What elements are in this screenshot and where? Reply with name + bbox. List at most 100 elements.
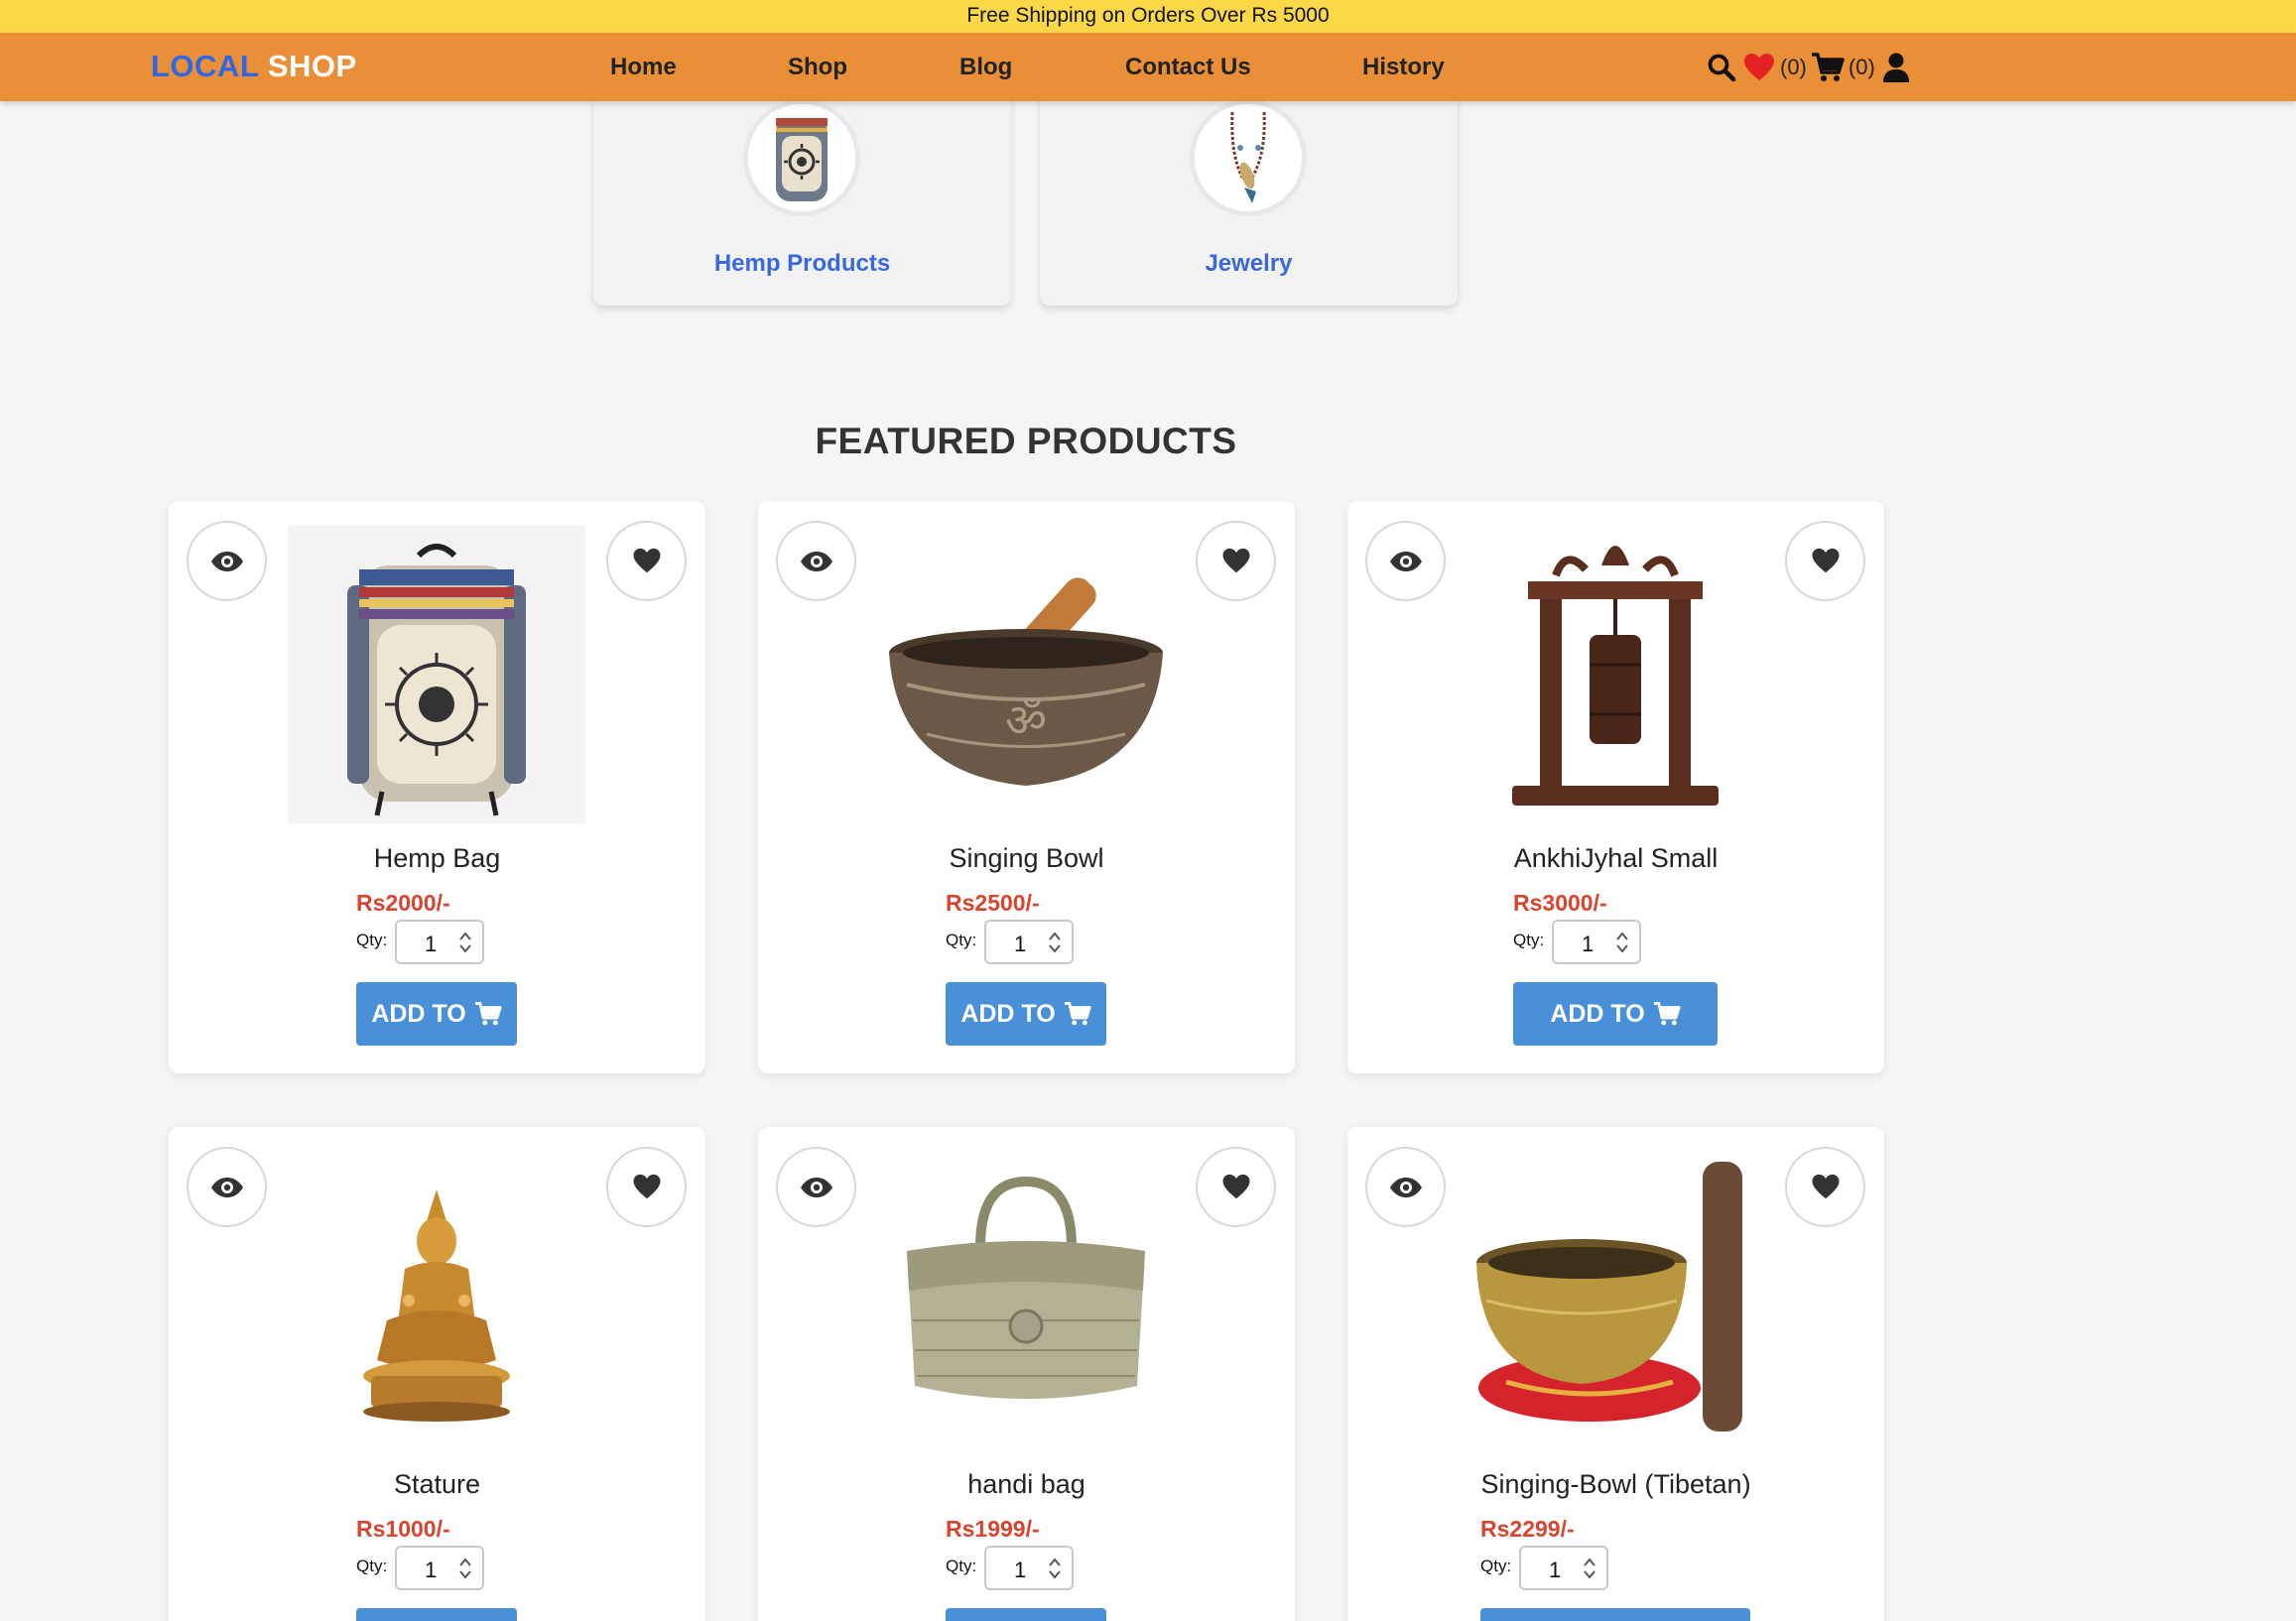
heart-icon xyxy=(1222,548,1249,573)
heart-icon xyxy=(1812,1174,1839,1199)
cart-icon xyxy=(474,1002,502,1026)
product-price: Rs2500/- xyxy=(946,890,1040,916)
spinner-arrows-icon xyxy=(459,1558,471,1579)
add-to-cart-button[interactable]: ADD TO xyxy=(356,1608,517,1621)
nav-contact-us[interactable]: Contact Us xyxy=(1125,54,1251,81)
wishlist-count: (0) xyxy=(1780,55,1807,79)
cart-count: (0) xyxy=(1848,55,1875,79)
product-image-handi-bag[interactable] xyxy=(877,1152,1175,1449)
backpack-thumbnail xyxy=(743,99,860,216)
site-logo[interactable]: LOCAL SHOP xyxy=(151,49,357,84)
product-name: Hemp Bag xyxy=(373,843,501,873)
add-to-cart-label: ADD TO xyxy=(960,999,1056,1028)
eye-icon xyxy=(800,551,832,571)
quick-view-button[interactable] xyxy=(776,521,856,601)
qty-label: Qty: xyxy=(946,931,977,949)
cart-icon xyxy=(1653,1002,1681,1026)
quick-view-button[interactable] xyxy=(1365,1147,1446,1227)
product-card: handi bag Rs1999/- Qty: 1 ADD TO xyxy=(758,1127,1295,1621)
add-to-cart-button[interactable]: ADD TO xyxy=(946,1608,1106,1621)
product-image-stature[interactable] xyxy=(288,1152,585,1449)
category-label: Jewelry xyxy=(1205,250,1293,277)
add-to-cart-button[interactable]: ADD TO xyxy=(1480,1608,1750,1621)
nav-blog[interactable]: Blog xyxy=(959,54,1012,81)
product-card: Singing-Bowl (Tibetan) Rs2299/- Qty: 1 A… xyxy=(1347,1127,1884,1621)
category-card-jewelry[interactable]: Jewelry xyxy=(1040,69,1458,306)
heart-icon xyxy=(1222,1174,1249,1199)
product-image-hemp-bag[interactable] xyxy=(288,526,585,823)
eye-icon xyxy=(800,1177,832,1197)
qty-label: Qty: xyxy=(946,1557,977,1575)
wishlist-button[interactable] xyxy=(1196,521,1276,601)
quantity-value: 1 xyxy=(1014,1558,1027,1582)
featured-products-title: FEATURED PRODUCTS xyxy=(815,421,1237,461)
quantity-stepper[interactable]: 1 xyxy=(984,920,1074,964)
add-to-cart-button[interactable]: ADD TO xyxy=(946,982,1106,1046)
product-card: ॐ Singing Bowl Rs2500/- Qty: 1 ADD TO xyxy=(758,501,1295,1073)
wishlist-button[interactable] xyxy=(1785,1147,1865,1227)
wishlist-button[interactable] xyxy=(1785,521,1865,601)
add-to-cart-label: ADD TO xyxy=(371,999,466,1028)
wishlist-button[interactable] xyxy=(606,521,687,601)
product-image-ankhijyhal[interactable] xyxy=(1467,526,1764,823)
heart-icon xyxy=(633,548,660,573)
quantity-stepper[interactable]: 1 xyxy=(395,1546,484,1590)
navbar: LOCAL SHOP Home Shop Blog Contact Us His… xyxy=(0,33,2296,101)
wishlist-button[interactable] xyxy=(606,1147,687,1227)
quick-view-button[interactable] xyxy=(1365,521,1446,601)
quantity-value: 1 xyxy=(1014,932,1027,956)
quantity-stepper[interactable]: 1 xyxy=(984,1546,1074,1590)
product-price: Rs1999/- xyxy=(946,1516,1040,1542)
quick-view-button[interactable] xyxy=(187,1147,267,1227)
quick-view-button[interactable] xyxy=(187,521,267,601)
svg-text:ॐ: ॐ xyxy=(1005,693,1047,747)
add-to-cart-button[interactable]: ADD TO xyxy=(1513,982,1718,1046)
nav-history[interactable]: History xyxy=(1362,54,1445,81)
cart-icon[interactable] xyxy=(1811,51,1845,84)
necklace-thumbnail xyxy=(1190,99,1307,216)
nav-home[interactable]: Home xyxy=(610,54,677,81)
eye-icon xyxy=(1389,551,1422,571)
header-icons: (0) (0) xyxy=(1705,51,1913,84)
category-label: Hemp Products xyxy=(713,250,891,277)
spinner-arrows-icon xyxy=(1049,932,1061,953)
spinner-arrows-icon xyxy=(459,932,471,953)
product-card: Hemp Bag Rs2000/- Qty: 1 ADD TO xyxy=(169,501,705,1073)
quantity-value: 1 xyxy=(425,932,438,956)
eye-icon xyxy=(210,1177,243,1197)
product-price: Rs2000/- xyxy=(356,890,450,916)
quick-view-button[interactable] xyxy=(776,1147,856,1227)
nav-shop[interactable]: Shop xyxy=(788,54,847,81)
product-image-singing-bowl[interactable]: ॐ xyxy=(877,526,1175,823)
user-icon[interactable] xyxy=(1879,51,1913,84)
product-name: handi bag xyxy=(967,1469,1085,1499)
product-image-tibetan-singing-bowl[interactable] xyxy=(1467,1152,1764,1449)
quantity-value: 1 xyxy=(1549,1558,1562,1582)
add-to-cart-button[interactable]: ADD TO xyxy=(356,982,517,1046)
eye-icon xyxy=(1389,1177,1422,1197)
product-name: Singing Bowl xyxy=(949,843,1104,873)
product-name: Stature xyxy=(393,1469,481,1499)
promo-text: Free Shipping on Orders Over Rs 5000 xyxy=(966,4,1330,27)
wishlist-button[interactable] xyxy=(1196,1147,1276,1227)
product-card: Stature Rs1000/- Qty: 1 ADD TO xyxy=(169,1127,705,1621)
quantity-value: 1 xyxy=(1582,932,1594,956)
promo-banner: Free Shipping on Orders Over Rs 5000 xyxy=(0,0,2296,33)
product-name: Singing-Bowl (Tibetan) xyxy=(1480,1469,1751,1499)
heart-icon[interactable] xyxy=(1742,51,1776,84)
quantity-stepper[interactable]: 1 xyxy=(1519,1546,1608,1590)
quantity-stepper[interactable]: 1 xyxy=(395,920,484,964)
quantity-stepper[interactable]: 1 xyxy=(1552,920,1641,964)
spinner-arrows-icon xyxy=(1049,1558,1061,1579)
product-card: AnkhiJyhal Small Rs3000/- Qty: 1 ADD TO xyxy=(1347,501,1884,1073)
heart-icon xyxy=(633,1174,660,1199)
product-price: Rs2299/- xyxy=(1480,1516,1575,1542)
heart-icon xyxy=(1812,548,1839,573)
product-price: Rs1000/- xyxy=(356,1516,450,1542)
spinner-arrows-icon xyxy=(1616,932,1628,953)
eye-icon xyxy=(210,551,243,571)
logo-part-shop: SHOP xyxy=(267,49,357,83)
category-card-hemp-products[interactable]: Hemp Products xyxy=(593,69,1011,306)
search-icon[interactable] xyxy=(1705,51,1738,84)
product-name: AnkhiJyhal Small xyxy=(1513,843,1719,873)
